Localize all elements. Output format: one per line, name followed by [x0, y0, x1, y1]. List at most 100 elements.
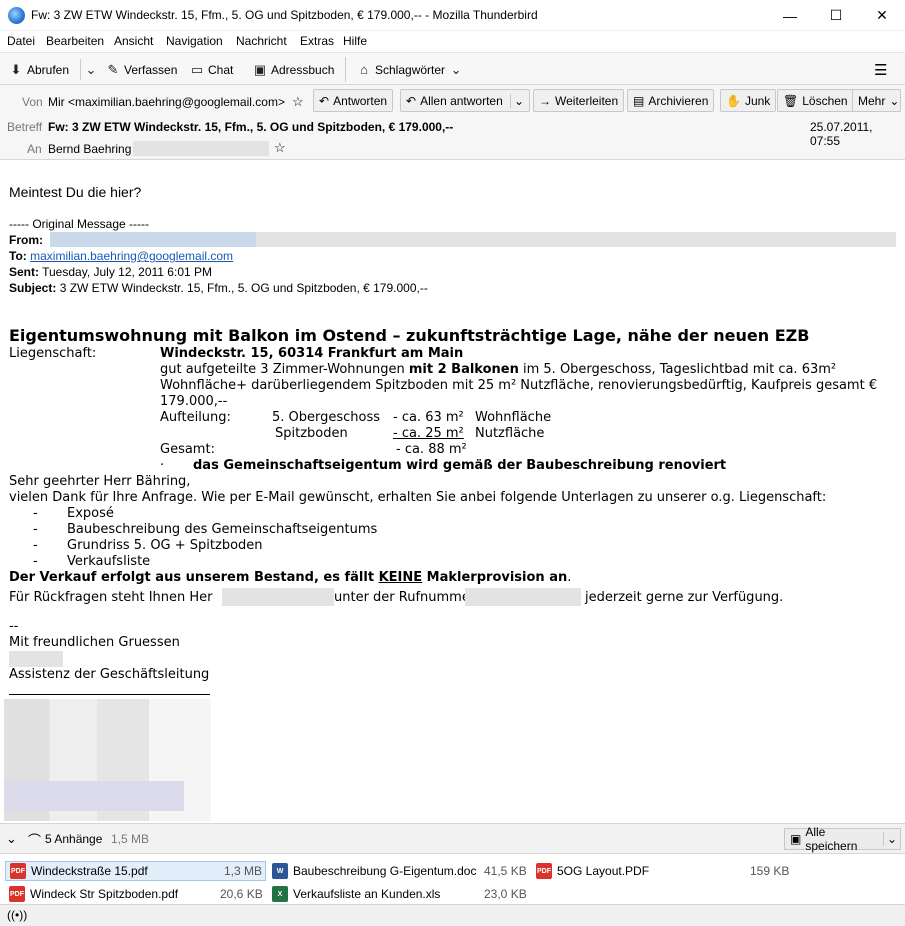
- pdf-file-icon: PDF: [9, 886, 25, 902]
- pdf-file-icon: PDF: [536, 863, 552, 879]
- close-button[interactable]: ✕: [859, 0, 905, 31]
- chevron-down-icon: ⌄: [450, 61, 462, 77]
- contact-text-b: unter der Rufnumme: [334, 590, 470, 605]
- attachment-item[interactable]: PDF 5OG Layout.PDF 159 KB: [536, 861, 796, 881]
- listing-headline: Eigentumswohnung mit Balkon im Ostend – …: [9, 326, 810, 345]
- floor1-name: 5. Obergeschoss: [272, 410, 381, 425]
- tag-icon: ⌂: [360, 61, 368, 77]
- chevron-down-icon: ⌄: [889, 93, 900, 108]
- thanks-text: vielen Dank für Ihre Anfrage. Wie per E-…: [9, 490, 827, 505]
- redacted-sender: [50, 232, 256, 247]
- list-item: Verkaufsliste: [67, 554, 151, 569]
- signature-divider: [9, 694, 210, 695]
- forward-label: Weiterleiten: [555, 93, 619, 108]
- attachment-name: 5OG Layout.PDF: [557, 864, 650, 878]
- greeting: Sehr geehrter Herr Bähring,: [9, 474, 191, 489]
- archive-icon: ▤: [633, 93, 645, 108]
- tags-button[interactable]: ⌂ Schlagwörter ⌄: [357, 59, 463, 80]
- desc-line-1: gut aufgeteilte 3 Zimmer-Wohnungen mit 2…: [160, 362, 837, 377]
- chevron-down-icon[interactable]: ⌄: [6, 831, 17, 847]
- orig-to-link[interactable]: maximilian.baehring@googlemail.com: [30, 249, 233, 263]
- renovation-note: das Gemeinschaftseigentum wird gemäß der…: [193, 458, 727, 473]
- redacted-name: [222, 588, 334, 606]
- list-dash: -: [33, 538, 38, 553]
- attachment-item[interactable]: W Baubeschreibung G-Eigentum.doc 41,5 KB: [272, 861, 527, 881]
- star-icon[interactable]: ☆: [274, 140, 286, 156]
- attachment-item[interactable]: X Verkaufsliste an Kunden.xls 23,0 KB: [272, 884, 527, 904]
- fetch-button[interactable]: ⬇ Abrufen: [9, 59, 69, 80]
- menu-hilfe[interactable]: Hilfe: [343, 34, 367, 48]
- from-value[interactable]: Mir <maximilian.baehring@googlemail.com>: [48, 95, 285, 109]
- floor2-unit: Nutzfläche: [475, 426, 545, 441]
- renovation-bullet: ·: [160, 458, 165, 473]
- chevron-down-icon[interactable]: ⌄: [882, 832, 900, 846]
- star-icon[interactable]: ☆: [292, 94, 304, 110]
- paperclip-icon: ⌒: [28, 833, 42, 848]
- compose-button[interactable]: ✎ Verfassen: [106, 59, 178, 80]
- save-icon: ▣: [790, 832, 802, 846]
- floor2-name: Spitzboden: [275, 426, 348, 441]
- menu-navigation[interactable]: Navigation: [166, 34, 223, 48]
- chevron-down-icon[interactable]: ⌄: [509, 93, 524, 108]
- save-all-label: Alle speichern: [805, 825, 858, 853]
- archive-button[interactable]: ▤ Archivieren: [627, 89, 715, 112]
- chat-button[interactable]: ▭ Chat: [190, 59, 234, 80]
- total-label: Gesamt:: [160, 442, 215, 457]
- toolbar-separator: [345, 57, 346, 82]
- archive-label: Archivieren: [648, 93, 709, 108]
- maximize-button[interactable]: ☐: [813, 0, 859, 31]
- chevron-down-icon: ⌄: [85, 61, 97, 77]
- save-all-button[interactable]: ▣ Alle speichern ⌄: [784, 825, 901, 853]
- word-file-icon: W: [272, 863, 288, 879]
- junk-label: Junk: [744, 93, 771, 108]
- attachment-total-size: 1,5 MB: [111, 832, 150, 846]
- addressbook-label: Adressbuch: [271, 62, 335, 77]
- subject-label: Betreff: [7, 120, 43, 134]
- orig-to-line: To: maximilian.baehring@googlemail.com: [9, 249, 234, 263]
- attachment-size: 1,3 MB: [224, 864, 263, 878]
- list-item: Exposé: [67, 506, 114, 521]
- delete-label: Löschen: [802, 93, 848, 108]
- reply-button[interactable]: ↶ Antworten: [313, 89, 394, 112]
- excel-file-icon: X: [272, 886, 288, 902]
- online-status-icon[interactable]: ((•)): [7, 908, 27, 922]
- fetch-dropdown[interactable]: ⌄: [80, 59, 98, 80]
- attachment-size: 41,5 KB: [484, 864, 527, 878]
- minimize-button[interactable]: —: [767, 0, 813, 31]
- more-button[interactable]: Mehr ⌄: [852, 89, 901, 112]
- tags-label: Schlagwörter: [375, 62, 446, 77]
- addressbook-button[interactable]: ▣ Adressbuch: [253, 59, 335, 80]
- status-bar: ((•)): [0, 904, 905, 926]
- attachment-count[interactable]: 5 Anhänge: [45, 832, 102, 846]
- thunderbird-logo-icon: [8, 7, 25, 24]
- reply-all-button[interactable]: ↶ Allen antworten ⌄: [400, 89, 530, 112]
- attachment-item[interactable]: PDF Windeckstraße 15.pdf 1,3 MB: [5, 861, 266, 881]
- redacted-phone: [465, 588, 581, 606]
- main-toolbar: ⬇ Abrufen ⌄ ✎ Verfassen ▭ Chat ▣ Adressb…: [0, 52, 905, 85]
- junk-button[interactable]: ✋ Junk: [720, 89, 777, 112]
- list-dash: -: [33, 506, 38, 521]
- menu-datei[interactable]: Datei: [7, 34, 35, 48]
- redacted-logo-band: [4, 781, 184, 811]
- redacted-email: [133, 141, 269, 156]
- property-address: Windeckstr. 15, 60314 Frankfurt am Main: [160, 346, 464, 361]
- to-value[interactable]: Bernd Baehring: [48, 142, 131, 156]
- orig-subject-line: Subject: 3 ZW ETW Windeckstr. 15, Ffm., …: [9, 281, 428, 295]
- app-menu-button[interactable]: ☰: [874, 59, 887, 80]
- menu-extras[interactable]: Extras: [300, 34, 334, 48]
- list-item: Baubeschreibung des Gemeinschaftseigentu…: [67, 522, 378, 537]
- attachment-size: 20,6 KB: [220, 887, 263, 901]
- fetch-label: Abrufen: [27, 62, 70, 77]
- sale-note: Der Verkauf erfolgt aus unserem Bestand,…: [9, 570, 572, 585]
- division-label: Aufteilung:: [160, 410, 231, 425]
- menu-nachricht[interactable]: Nachricht: [236, 34, 287, 48]
- delete-button[interactable]: 🗑 Löschen: [777, 89, 854, 112]
- subject-value: Fw: 3 ZW ETW Windeckstr. 15, Ffm., 5. OG…: [48, 120, 454, 134]
- menu-ansicht[interactable]: Ansicht: [114, 34, 153, 48]
- menu-bearbeiten[interactable]: Bearbeiten: [46, 34, 104, 48]
- forward-button[interactable]: → Weiterleiten: [533, 89, 625, 112]
- signature-dash: --: [9, 619, 19, 634]
- attachment-item[interactable]: PDF Windeck Str Spitzboden.pdf 20,6 KB: [9, 884, 266, 904]
- attachment-list: PDF Windeckstraße 15.pdf 1,3 MB W Baubes…: [0, 854, 905, 904]
- list-item: Grundriss 5. OG + Spitzboden: [67, 538, 263, 553]
